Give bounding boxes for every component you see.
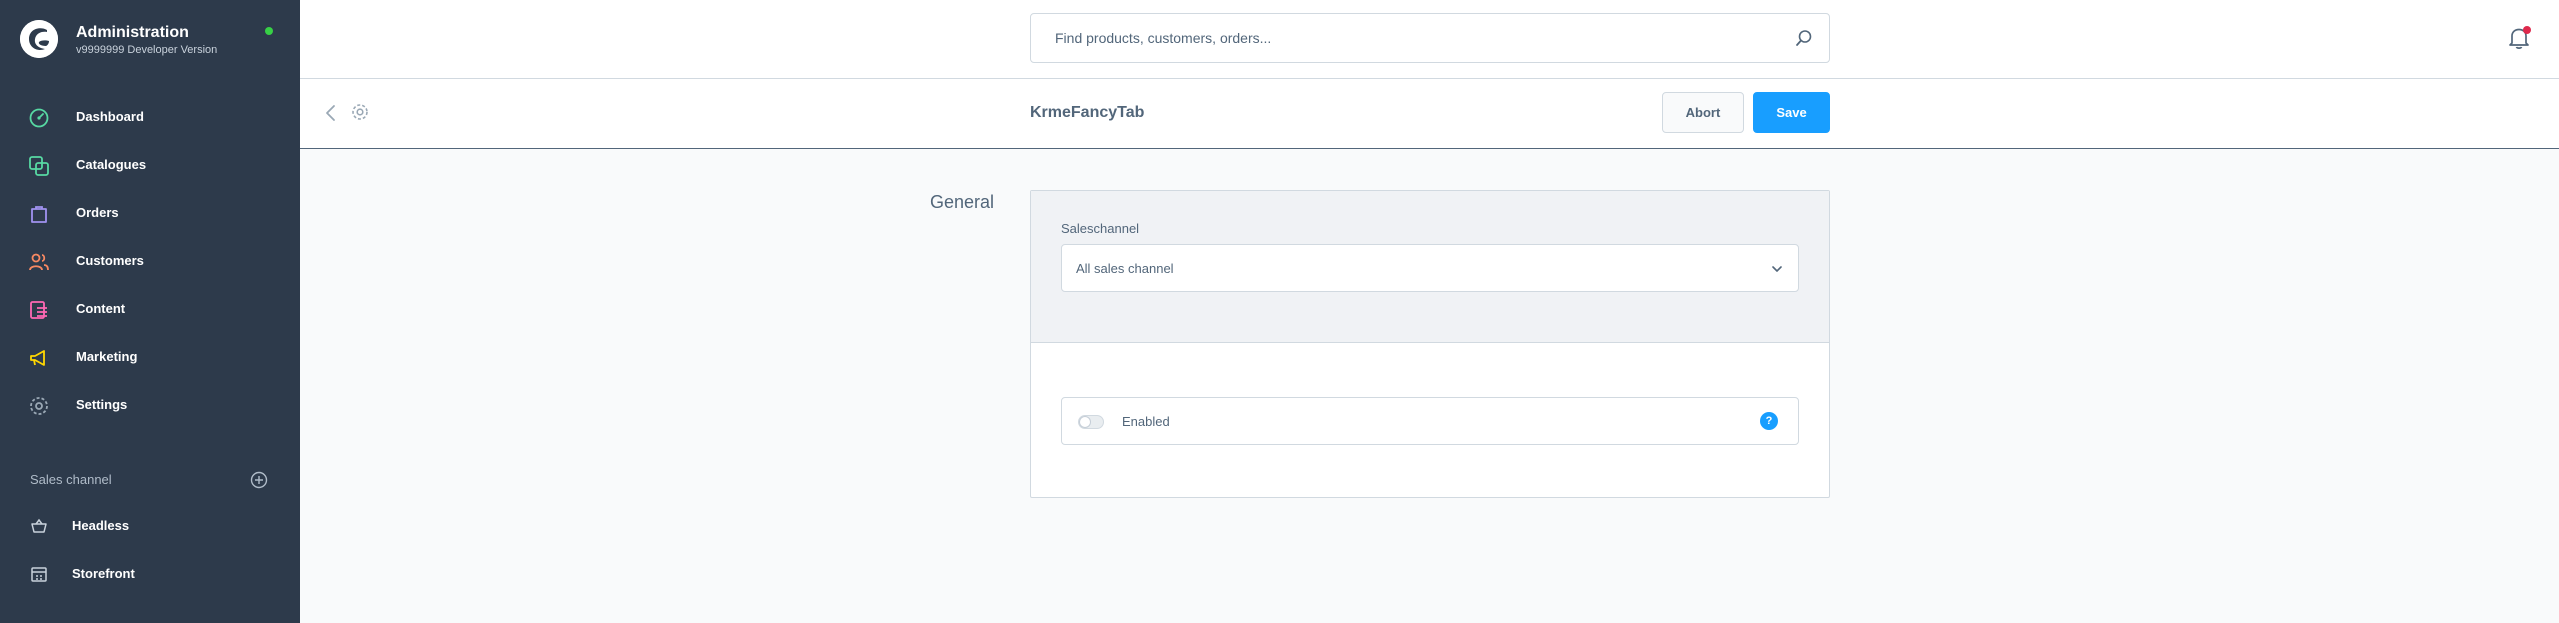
customers-icon [29, 253, 49, 271]
sales-channel-item-storefront[interactable]: Storefront [0, 551, 300, 595]
sidebar-item-label: Customers [76, 253, 144, 268]
sidebar-item-marketing[interactable]: Marketing [0, 335, 300, 379]
status-dot [265, 27, 273, 35]
orders-icon [31, 206, 47, 223]
help-icon[interactable]: ? [1760, 412, 1778, 430]
sidebar-item-label: Catalogues [76, 157, 147, 172]
search-bar[interactable] [1030, 13, 1830, 63]
sales-channel-title: Sales channel [30, 472, 112, 487]
card-header: Saleschannel All sales channel [1031, 191, 1829, 343]
section-title-general: General [930, 192, 995, 212]
sidebar: Administration v9999999 Developer Versio… [0, 0, 300, 623]
sales-channel-label: Headless [72, 518, 130, 533]
smart-bar: KrmeFancyTab Abort Save [300, 79, 2559, 149]
chevron-left-icon[interactable] [320, 102, 342, 124]
content-icon [30, 301, 47, 319]
basket-icon [31, 518, 47, 533]
brand-title: Administration [76, 24, 189, 41]
sidebar-item-orders[interactable]: Orders [0, 191, 300, 235]
top-bar [300, 0, 2559, 79]
toggle-knob [1080, 417, 1090, 427]
enabled-label: Enabled [1122, 414, 1170, 429]
brand-version: v9999999 Developer Version [76, 44, 218, 56]
abort-button[interactable]: Abort [1662, 92, 1744, 133]
saleschannel-label: Saleschannel [1061, 221, 1140, 236]
settings-icon [30, 397, 48, 415]
sidebar-item-settings[interactable]: Settings [0, 383, 300, 427]
sidebar-item-label: Settings [76, 397, 128, 412]
brand[interactable]: Administration v9999999 Developer Versio… [20, 20, 290, 60]
sidebar-item-label: Content [76, 301, 126, 316]
dashboard-icon [29, 108, 49, 128]
gear-icon[interactable] [350, 102, 370, 122]
sidebar-item-content[interactable]: Content [0, 287, 300, 331]
sidebar-item-customers[interactable]: Customers [0, 239, 300, 283]
sales-channel-item-headless[interactable]: Headless [0, 503, 300, 547]
search-icon[interactable] [1795, 29, 1813, 47]
save-button[interactable]: Save [1753, 92, 1830, 133]
sidebar-item-label: Orders [76, 205, 119, 220]
notification-bell[interactable] [2506, 25, 2532, 51]
enabled-toggle[interactable] [1078, 415, 1104, 429]
saleschannel-value: All sales channel [1076, 261, 1174, 276]
enabled-field: Enabled ? [1061, 397, 1799, 445]
storefront-icon [31, 567, 47, 582]
search-input[interactable] [1055, 14, 1795, 62]
sidebar-item-label: Dashboard [76, 109, 144, 124]
marketing-icon [30, 350, 45, 366]
sidebar-item-label: Marketing [76, 349, 138, 364]
add-sales-channel-icon[interactable] [250, 471, 268, 489]
chevron-down-icon [1772, 266, 1782, 272]
sales-channel-label: Storefront [72, 566, 135, 581]
settings-card: Saleschannel All sales channel Enabled ? [1030, 190, 1830, 498]
saleschannel-select[interactable]: All sales channel [1061, 244, 1799, 292]
page-title: KrmeFancyTab [1030, 104, 1145, 121]
sidebar-item-catalogues[interactable]: Catalogues [0, 143, 300, 187]
notification-badge [2523, 26, 2531, 34]
shopware-logo [20, 20, 58, 58]
catalogue-icon [29, 156, 49, 176]
sidebar-item-dashboard[interactable]: Dashboard [0, 95, 300, 139]
